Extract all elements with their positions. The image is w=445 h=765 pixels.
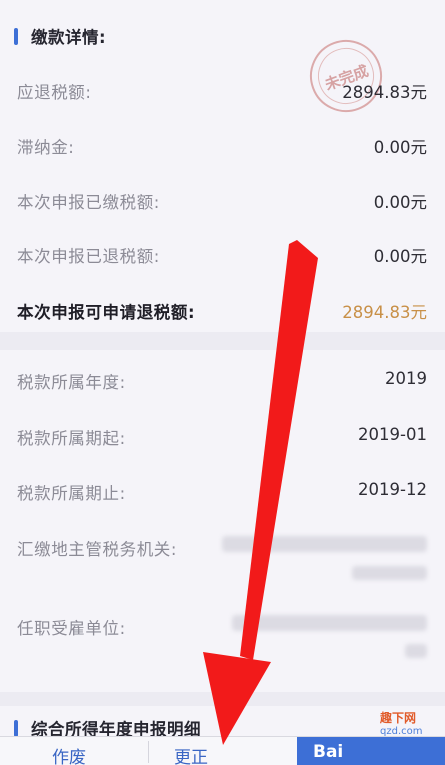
row-label: 汇缴地主管税务机关: bbox=[17, 540, 178, 559]
row-value: 2019-12 bbox=[358, 480, 427, 499]
tax-period-card: 税款所属年度: 2019 税款所属期起: 2019-01 税款所属期止: 201… bbox=[0, 350, 445, 692]
row-label: 税款所属年度: bbox=[17, 373, 126, 392]
period-end-row: 税款所属期止: 2019-12 bbox=[0, 477, 445, 507]
section-accent-bar bbox=[14, 27, 18, 45]
late-fee-row: 滞纳金: 0.00元 bbox=[0, 131, 445, 161]
row-label: 应退税额: bbox=[17, 83, 92, 102]
payment-details-card: 缴款详情: 未完成 应退税额: 2894.83元 滞纳金: 0.00元 本次申报… bbox=[0, 0, 445, 332]
refundable-amount-value: 2894.83元 bbox=[342, 303, 427, 322]
tax-year-row: 税款所属年度: 2019 bbox=[0, 366, 445, 396]
row-label: 本次申报可申请退税额: bbox=[17, 303, 196, 322]
period-start-row: 税款所属期起: 2019-01 bbox=[0, 422, 445, 452]
redacted-employer-line1 bbox=[232, 615, 427, 631]
redacted-authority-line1 bbox=[222, 536, 427, 552]
row-value: 0.00元 bbox=[373, 247, 427, 266]
row-value: 2894.83元 bbox=[342, 83, 427, 102]
watermark-line1: 趣下网 bbox=[380, 711, 417, 725]
paid-tax-row: 本次申报已缴税额: 0.00元 bbox=[0, 186, 445, 216]
primary-action-label: Bai bbox=[313, 742, 344, 762]
site-watermark: 趣下网 qzd.com bbox=[380, 712, 422, 738]
correct-button[interactable]: 更正 bbox=[174, 743, 208, 765]
row-label: 税款所属期起: bbox=[17, 429, 126, 448]
row-value: 2019 bbox=[385, 369, 427, 388]
row-label: 滞纳金: bbox=[17, 138, 75, 157]
refunded-tax-row: 本次申报已退税额: 0.00元 bbox=[0, 240, 445, 270]
row-value: 0.00元 bbox=[373, 193, 427, 212]
annual-declaration-card: 综合所得年度申报明细 bbox=[0, 706, 445, 739]
refund-amount-row: 应退税额: 2894.83元 bbox=[0, 76, 445, 106]
redacted-authority-line2 bbox=[352, 566, 427, 580]
row-label: 本次申报已缴税额: bbox=[17, 193, 160, 212]
row-label: 任职受雇单位: bbox=[17, 619, 126, 638]
divider bbox=[148, 741, 149, 763]
section-accent-bar bbox=[14, 719, 18, 737]
payment-details-header: 缴款详情: bbox=[14, 24, 106, 48]
bottom-action-bar: 作废 更正 Bai bbox=[0, 736, 445, 765]
row-value: 0.00元 bbox=[373, 138, 427, 157]
watermark-line2: qzd.com bbox=[380, 726, 423, 737]
primary-action-button[interactable]: Bai bbox=[297, 737, 445, 765]
payment-details-title: 缴款详情: bbox=[31, 28, 107, 47]
row-value: 2019-01 bbox=[358, 425, 427, 444]
refundable-amount-row: 本次申报可申请退税额: 2894.83元 bbox=[0, 296, 445, 326]
row-label: 税款所属期止: bbox=[17, 484, 126, 503]
redacted-employer-line2 bbox=[405, 644, 427, 658]
void-button[interactable]: 作废 bbox=[52, 743, 86, 765]
row-label: 本次申报已退税额: bbox=[17, 247, 160, 266]
